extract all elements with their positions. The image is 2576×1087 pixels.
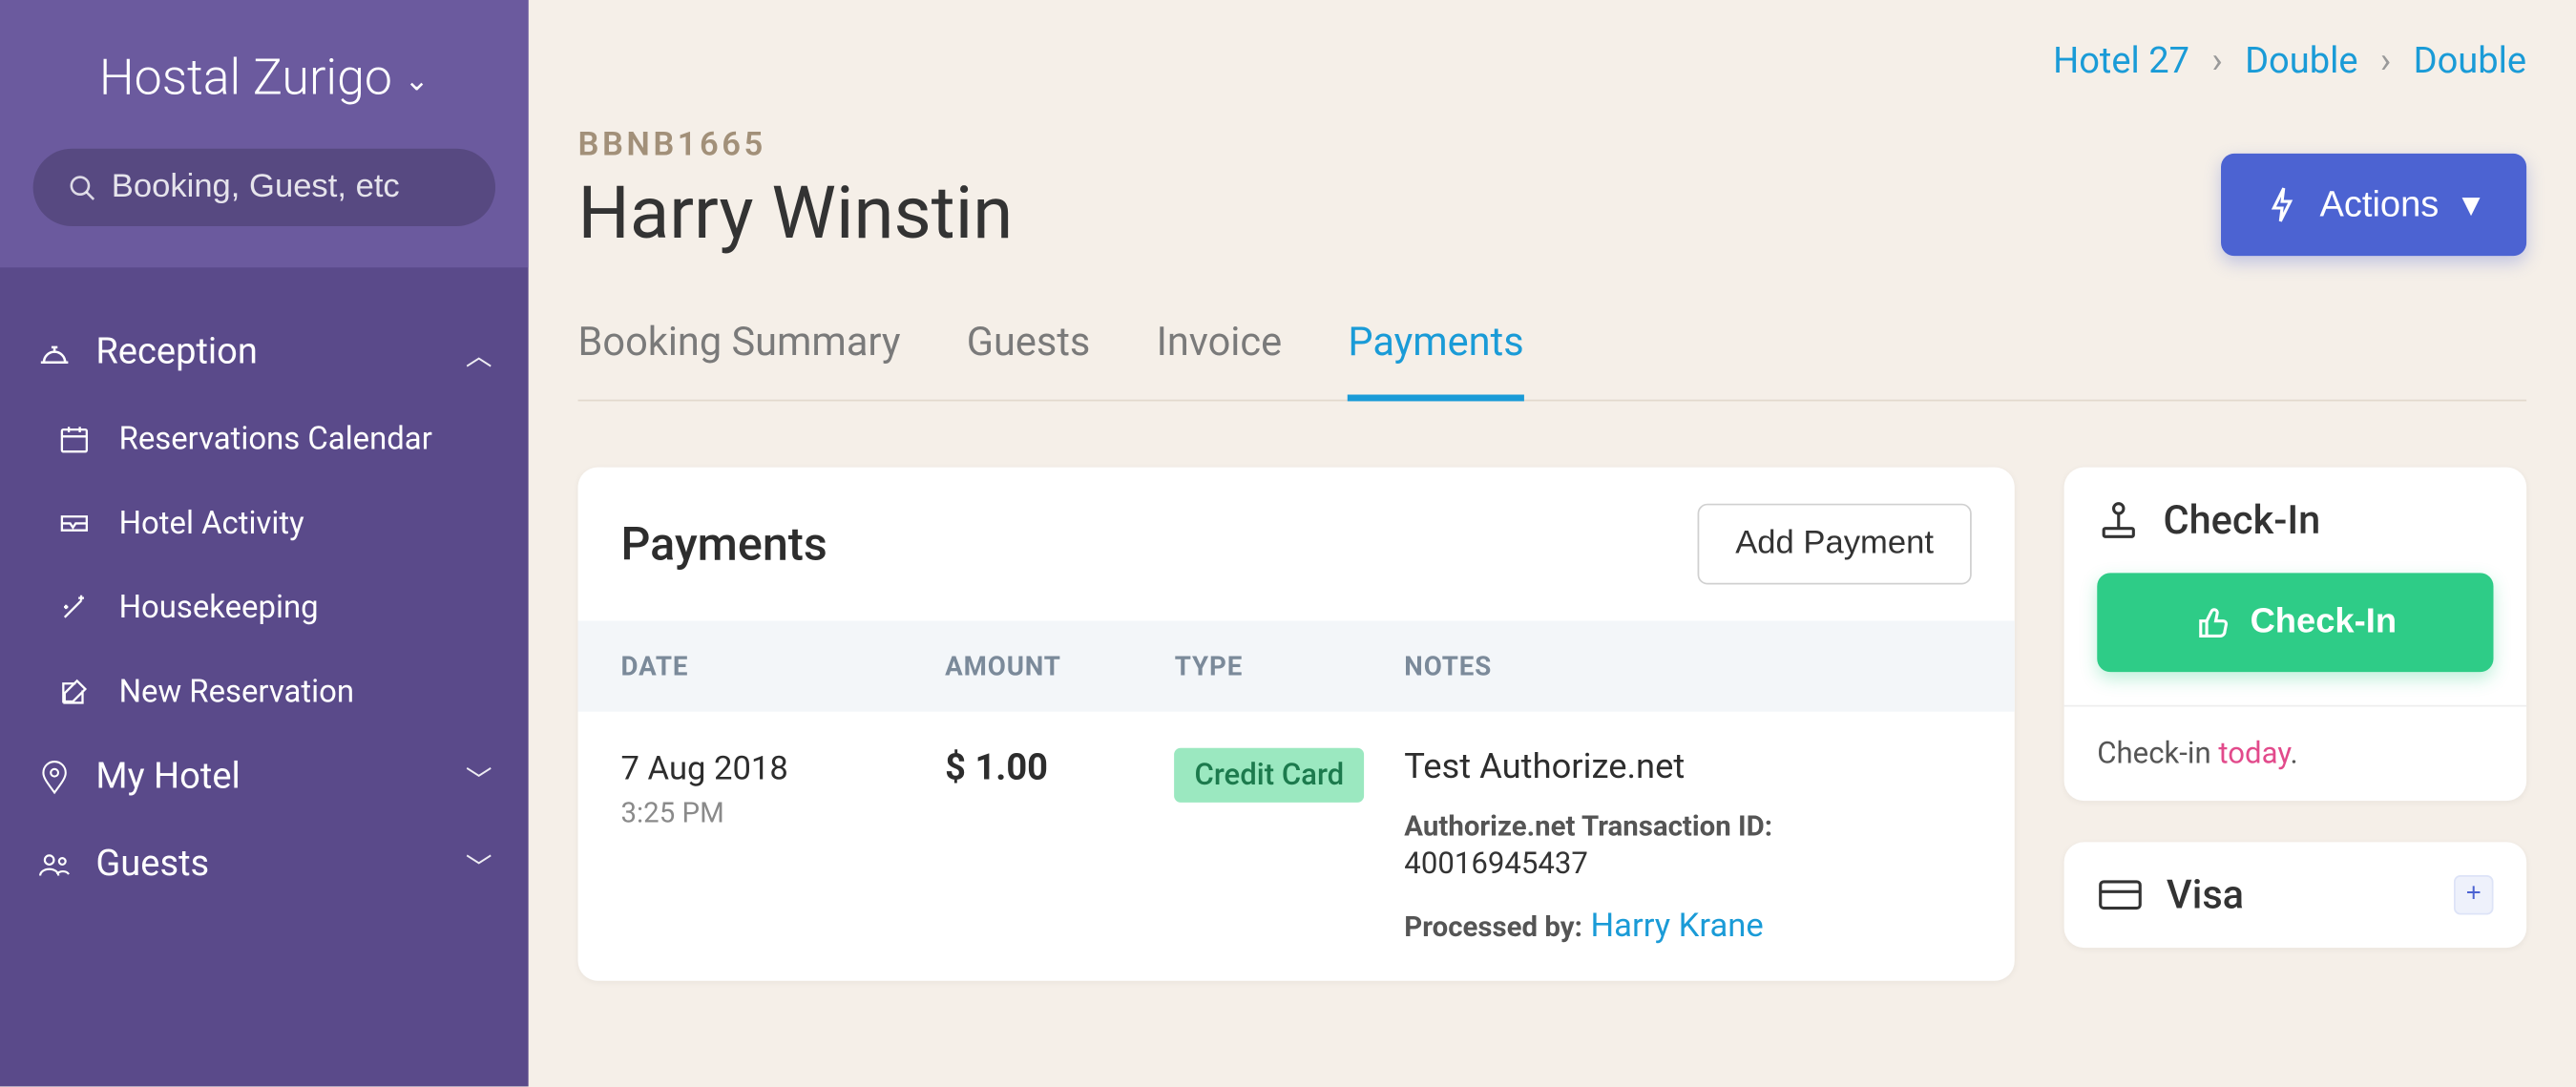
- checkin-button[interactable]: Check-In: [2097, 573, 2493, 672]
- payment-date: 7 Aug 2018: [621, 748, 946, 788]
- calendar-icon: [56, 422, 93, 455]
- visa-card: Visa +: [2064, 842, 2526, 948]
- checkin-title: Check-In: [2163, 497, 2320, 543]
- col-notes: NOTES: [1404, 651, 1971, 682]
- joystick-icon: [2097, 498, 2140, 541]
- search-input[interactable]: [112, 168, 463, 206]
- tab-booking-summary[interactable]: Booking Summary: [578, 305, 901, 400]
- pin-icon: [36, 759, 73, 795]
- processed-by-label: Processed by:: [1404, 911, 1582, 945]
- checkin-today: today: [2218, 737, 2290, 771]
- col-date: DATE: [621, 651, 946, 682]
- payment-amount: $ 1.00: [945, 748, 1175, 945]
- payment-type-badge: Credit Card: [1175, 748, 1364, 803]
- search-icon: [66, 173, 98, 202]
- add-card-button[interactable]: +: [2454, 875, 2494, 915]
- processed-by-user[interactable]: Harry Krane: [1590, 905, 1763, 945]
- card-icon: [2097, 878, 2143, 911]
- booking-code: BBNB1665: [578, 124, 1014, 164]
- chevron-down-icon: ⌄: [405, 64, 429, 98]
- tab-payments[interactable]: Payments: [1348, 305, 1523, 401]
- checkin-card: Check-In Check-In Check-in today.: [2064, 468, 2526, 801]
- table-row: 7 Aug 2018 3:25 PM $ 1.00 Credit Card Te…: [578, 712, 2015, 981]
- hotel-name: Hostal Zurigo: [99, 50, 392, 108]
- nav-item-housekeeping[interactable]: Housekeeping: [0, 565, 529, 649]
- txn-id: 40016945437: [1404, 847, 1971, 882]
- bolt-icon: [2267, 185, 2296, 225]
- hotel-switcher[interactable]: Hostal Zurigo ⌄: [33, 50, 495, 108]
- crumb-sep: ›: [2211, 41, 2222, 82]
- crumb-roomtype[interactable]: Double: [2245, 41, 2357, 82]
- nav-group-guests[interactable]: Guests ﹀: [0, 821, 529, 909]
- nav-item-label: New Reservation: [119, 672, 354, 710]
- breadcrumb: Hotel 27 › Double › Double: [578, 41, 2527, 82]
- bell-icon: [36, 338, 73, 367]
- tab-guests[interactable]: Guests: [967, 305, 1091, 400]
- checkin-button-label: Check-In: [2251, 602, 2397, 642]
- wand-icon: [56, 591, 93, 624]
- nav-item-new-reservation[interactable]: New Reservation: [0, 649, 529, 733]
- nav-group-label: My Hotel: [95, 756, 240, 797]
- chevron-down-icon: ﹀: [466, 757, 492, 797]
- crumb-hotel[interactable]: Hotel 27: [2053, 41, 2189, 82]
- people-icon: [36, 849, 73, 879]
- page-title: Harry Winstin: [578, 170, 1014, 256]
- nav-group-myhotel[interactable]: My Hotel ﹀: [0, 733, 529, 821]
- nav-item-label: Hotel Activity: [119, 504, 304, 542]
- main-content: Hotel 27 › Double › Double BBNB1665 Harr…: [529, 0, 2576, 1087]
- payments-table-header: DATE AMOUNT TYPE NOTES: [578, 621, 2015, 712]
- chevron-up-icon: ︿: [466, 333, 492, 373]
- sidebar: Hostal Zurigo ⌄ Reception ︿: [0, 0, 529, 1087]
- tab-invoice[interactable]: Invoice: [1157, 305, 1283, 400]
- search-input-wrap[interactable]: [33, 149, 495, 226]
- add-payment-button[interactable]: Add Payment: [1697, 504, 1971, 585]
- nav-item-label: Housekeeping: [119, 588, 319, 626]
- payments-card: Payments Add Payment DATE AMOUNT TYPE NO…: [578, 468, 2015, 981]
- crumb-sep: ›: [2380, 41, 2391, 82]
- nav-item-hotel-activity[interactable]: Hotel Activity: [0, 480, 529, 564]
- nav-group-reception[interactable]: Reception ︿: [0, 309, 529, 397]
- checkin-note: Check-in today.: [2064, 705, 2526, 801]
- nav-group-label: Reception: [95, 332, 258, 373]
- payments-title: Payments: [621, 517, 827, 572]
- actions-button[interactable]: Actions ▾: [2221, 154, 2526, 256]
- compose-icon: [56, 675, 93, 708]
- caret-down-icon: ▾: [2462, 183, 2481, 226]
- col-type: TYPE: [1175, 651, 1405, 682]
- txn-label: Authorize.net Transaction ID:: [1404, 810, 1971, 844]
- payment-time: 3:25 PM: [621, 798, 946, 831]
- nav-item-label: Reservations Calendar: [119, 419, 432, 457]
- crumb-room[interactable]: Double: [2414, 41, 2526, 82]
- visa-title: Visa: [2167, 872, 2244, 918]
- thumbs-up-icon: [2194, 606, 2230, 639]
- payment-note: Test Authorize.net: [1404, 748, 1971, 788]
- actions-label: Actions: [2319, 183, 2439, 226]
- tabs: Booking Summary Guests Invoice Payments: [578, 305, 2527, 401]
- inbox-icon: [56, 510, 93, 536]
- chevron-down-icon: ﹀: [466, 845, 492, 885]
- nav-group-label: Guests: [95, 844, 209, 885]
- nav-item-reservations-calendar[interactable]: Reservations Calendar: [0, 396, 529, 480]
- col-amount: AMOUNT: [945, 651, 1175, 682]
